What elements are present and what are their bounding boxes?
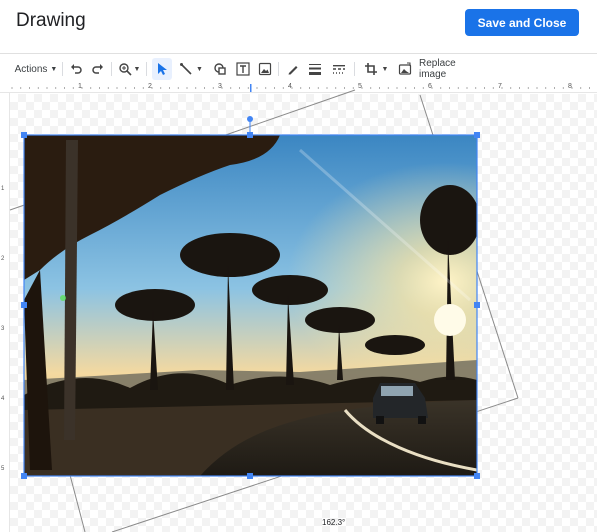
- image-overlay: [9, 89, 519, 532]
- resize-handle-top-left[interactable]: [21, 132, 27, 138]
- resize-handle-right[interactable]: [474, 302, 480, 308]
- resize-handle-top-right[interactable]: [474, 132, 480, 138]
- resize-handle-left[interactable]: [21, 302, 27, 308]
- photo-image[interactable]: [24, 135, 480, 476]
- resize-handle-top[interactable]: [247, 132, 253, 138]
- resize-handle-bottom[interactable]: [247, 473, 253, 479]
- rotate-handle[interactable]: [247, 116, 253, 122]
- resize-handle-bottom-right[interactable]: [474, 473, 480, 479]
- rotation-angle-label: 162.3°: [322, 518, 346, 527]
- resize-handle-bottom-left[interactable]: [21, 473, 27, 479]
